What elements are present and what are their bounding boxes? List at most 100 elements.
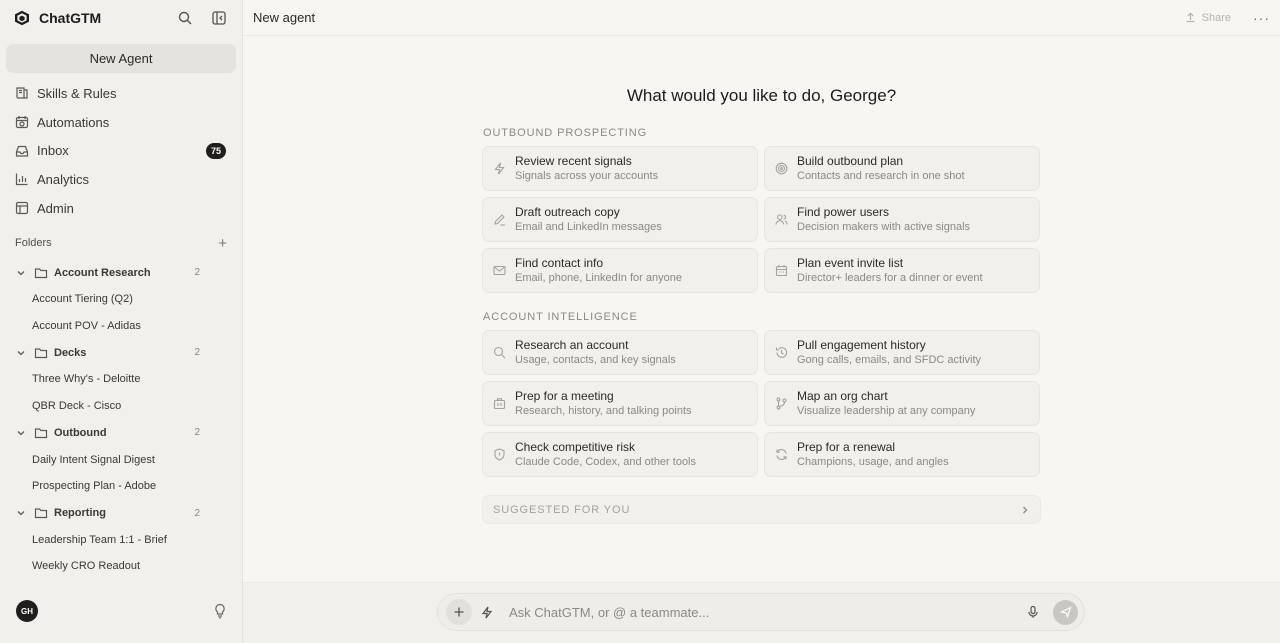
card-title: Build outbound plan [797,153,904,168]
file-item[interactable]: Prospecting Plan - Adobe [0,473,242,500]
card-title: Map an org chart [797,388,888,403]
folder-label: Reporting [54,507,106,520]
card-prep-for-a-meeting[interactable]: Prep for a meeting Research, history, and… [482,381,758,426]
card-subtitle: Signals across your accounts [515,169,659,182]
sidebar-item-label: Analytics [37,171,90,187]
sidebar-item-label: Admin [37,200,74,216]
folders-header: Folders + [15,234,227,252]
chevron-down-icon[interactable] [16,428,26,438]
card-title: Check competitive risk [515,439,636,454]
folder-reporting[interactable]: Reporting 2 [0,500,242,527]
card-subtitle: Decision makers with active signals [797,220,971,233]
card-research-an-account[interactable]: Research an account Usage, contacts, and … [482,330,758,375]
file-item[interactable]: Three Why's - Deloitte [0,366,242,393]
file-item[interactable]: Account POV - Adidas [0,313,242,340]
chevron-down-icon[interactable] [16,508,26,518]
bar-chart-icon [15,172,29,186]
new-agent-button[interactable]: New Agent [6,44,236,73]
folder-count: 2 [194,347,200,359]
bolt-icon[interactable] [474,599,500,625]
card-find-contact-info[interactable]: Find contact info Email, phone, LinkedIn … [482,248,758,293]
sidebar-item-skills-rules[interactable]: Skills & Rules [0,79,242,108]
app-name: ChatGTM [39,10,102,26]
main-panel: New agent Share ··· What would you like … [243,0,1280,643]
card-title: Find contact info [515,255,604,270]
add-folder-icon[interactable]: + [218,236,227,251]
search-icon [493,346,506,359]
sidebar-item-analytics[interactable]: Analytics [0,165,242,194]
sidebar: ChatGTM New Agent Skills & Rules Automat… [0,0,243,643]
card-subtitle: Visualize leadership at any company [797,404,976,417]
sidebar-header: ChatGTM [0,0,242,36]
greeting-heading: What would you like to do, George? [626,86,897,105]
card-check-competitive-risk[interactable]: Check competitive risk Claude Code, Codex… [482,432,758,477]
suggested-for-you-row[interactable]: SUGGESTED FOR YOU [482,495,1041,524]
share-button[interactable]: Share [1185,12,1231,24]
file-item[interactable]: Account Tiering (Q2) [0,286,242,313]
message-input[interactable] [500,604,1026,620]
table-icon [15,201,29,215]
card-subtitle: Usage, contacts, and key signals [515,353,676,366]
send-button[interactable] [1053,599,1078,625]
composer [437,593,1085,631]
card-review-recent-signals[interactable]: Review recent signals Signals across your… [482,146,758,191]
page-title: New agent [253,10,316,25]
folder-icon [34,426,48,440]
file-item[interactable]: Daily Intent Signal Digest [0,446,242,473]
folder-icon [34,506,48,520]
inbox-icon [15,144,29,158]
refresh-icon [775,448,788,461]
sidebar-item-label: Inbox [37,143,69,159]
folder-label: Account Research [54,266,151,279]
card-subtitle: Contacts and research in one shot [797,169,965,182]
calendar-icon [775,264,788,277]
folder-label: Outbound [54,426,107,439]
lightbulb-icon[interactable] [214,603,228,619]
card-subtitle: Director+ leaders for a dinner or event [797,271,983,284]
folder-count: 2 [194,427,200,439]
card-subtitle: Champions, usage, and angles [797,455,949,468]
card-draft-outreach-copy[interactable]: Draft outreach copy Email and LinkedIn me… [482,197,758,242]
sidebar-item-inbox[interactable]: Inbox 75 [0,136,242,165]
collapse-sidebar-icon[interactable] [208,7,230,29]
upload-icon [1185,12,1196,23]
sidebar-item-automations[interactable]: Automations [0,108,242,137]
chevron-down-icon[interactable] [16,348,26,358]
sidebar-item-label: Skills & Rules [37,85,117,101]
card-subtitle: Email, phone, LinkedIn for anyone [515,271,682,284]
card-map-an-org-chart[interactable]: Map an org chart Visualize leadership at … [764,381,1040,426]
card-plan-event-invite-list[interactable]: Plan event invite list Director+ leaders … [764,248,1040,293]
logo-icon [14,10,30,26]
microphone-icon[interactable] [1026,605,1040,619]
card-pull-engagement-history[interactable]: Pull engagement history Gong calls, email… [764,330,1040,375]
card-title: Plan event invite list [797,255,904,270]
card-prep-for-a-renewal[interactable]: Prep for a renewal Champions, usage, and … [764,432,1040,477]
topbar: New agent Share ··· [243,0,1280,36]
folder-count: 2 [194,267,200,278]
file-item[interactable]: Weekly CRO Readout [0,553,242,580]
card-title: Prep for a renewal [797,439,896,454]
card-subtitle: Gong calls, emails, and SFDC activity [797,353,982,366]
shield-icon [493,448,506,461]
avatar[interactable]: GH [16,600,38,622]
plus-icon[interactable] [446,599,472,625]
mail-icon [493,264,506,277]
sidebar-item-admin[interactable]: Admin [0,194,242,223]
folder-decks[interactable]: Decks 2 [0,339,242,366]
folder-account-research[interactable]: Account Research 2 [0,259,242,286]
card-title: Draft outreach copy [515,204,620,219]
inbox-count-badge: 75 [205,142,226,159]
folder-outbound[interactable]: Outbound 2 [0,419,242,446]
file-item[interactable]: QBR Deck - Cisco [0,393,242,420]
file-item[interactable]: Leadership Team 1:1 - Brief [0,527,242,554]
more-options-icon[interactable]: ··· [1253,10,1270,26]
search-icon[interactable] [174,7,196,29]
suggested-label: SUGGESTED FOR YOU [493,503,631,516]
card-title: Find power users [797,204,890,219]
section-label-outbound-prospecting: OUTBOUND PROSPECTING [483,127,648,139]
card-build-outbound-plan[interactable]: Build outbound plan Contacts and research… [764,146,1040,191]
section-label-account-intelligence: ACCOUNT INTELLIGENCE [483,311,638,323]
chevron-down-icon[interactable] [16,268,26,278]
card-find-power-users[interactable]: Find power users Decision makers with act… [764,197,1040,242]
folder-tree: Account Research 2 Account Tiering (Q2) … [0,259,242,580]
